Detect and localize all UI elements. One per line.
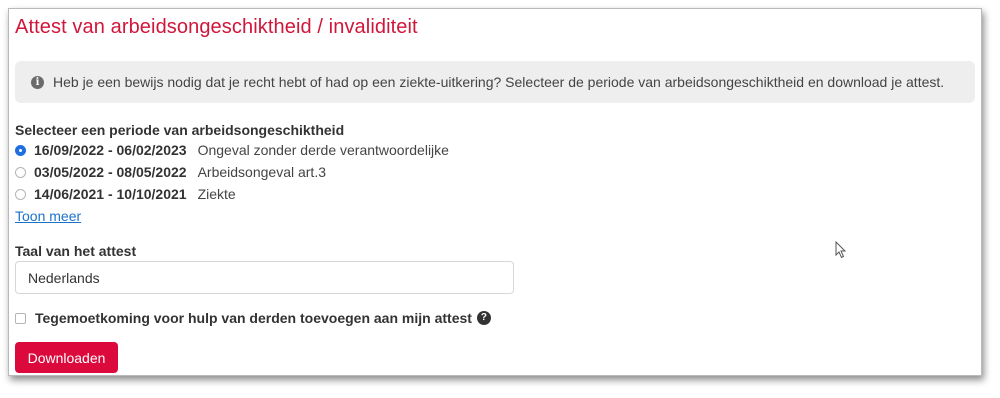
period-type-3: Ziekte bbox=[197, 186, 236, 202]
question-circle-icon[interactable]: ? bbox=[476, 311, 491, 325]
show-more-link[interactable]: Toon meer bbox=[15, 208, 81, 224]
period-option-1[interactable]: 16/09/2022 - 06/02/2023 Ongeval zonder d… bbox=[15, 140, 449, 160]
page-title: Attest van arbeidsongeschiktheid / inval… bbox=[15, 16, 418, 38]
period-dates-1: 16/09/2022 - 06/02/2023 bbox=[34, 142, 187, 158]
period-option-3[interactable]: 14/06/2021 - 10/10/2021 Ziekte bbox=[15, 184, 236, 204]
mouse-pointer-icon bbox=[835, 241, 847, 259]
language-field[interactable] bbox=[15, 261, 514, 294]
period-type-1: Ongeval zonder derde verantwoordelijke bbox=[197, 142, 449, 158]
language-label: Taal van het attest bbox=[15, 243, 137, 259]
third-party-checkbox[interactable] bbox=[15, 312, 26, 324]
period-dates-3: 14/06/2021 - 10/10/2021 bbox=[34, 186, 187, 202]
period-radio-2[interactable] bbox=[15, 166, 26, 178]
period-radio-1[interactable] bbox=[15, 144, 26, 156]
info-circle-icon: i bbox=[31, 75, 44, 89]
period-type-2: Arbeidsongeval art.3 bbox=[197, 164, 326, 180]
period-section-label: Selecteer een periode van arbeidsongesch… bbox=[15, 122, 345, 138]
period-radio-3[interactable] bbox=[15, 188, 26, 200]
download-button[interactable]: Downloaden bbox=[15, 342, 118, 373]
period-dates-2: 03/05/2022 - 08/05/2022 bbox=[34, 164, 187, 180]
info-message: i Heb je een bewijs nodig dat je recht h… bbox=[15, 61, 975, 103]
attest-panel: Attest van arbeidsongeschiktheid / inval… bbox=[8, 8, 982, 376]
third-party-option[interactable]: Tegemoetkoming voor hulp van derden toev… bbox=[15, 308, 491, 328]
info-message-text: Heb je een bewijs nodig dat je recht heb… bbox=[53, 74, 945, 90]
period-option-2[interactable]: 03/05/2022 - 08/05/2022 Arbeidsongeval a… bbox=[15, 162, 326, 182]
third-party-label: Tegemoetkoming voor hulp van derden toev… bbox=[35, 310, 472, 326]
